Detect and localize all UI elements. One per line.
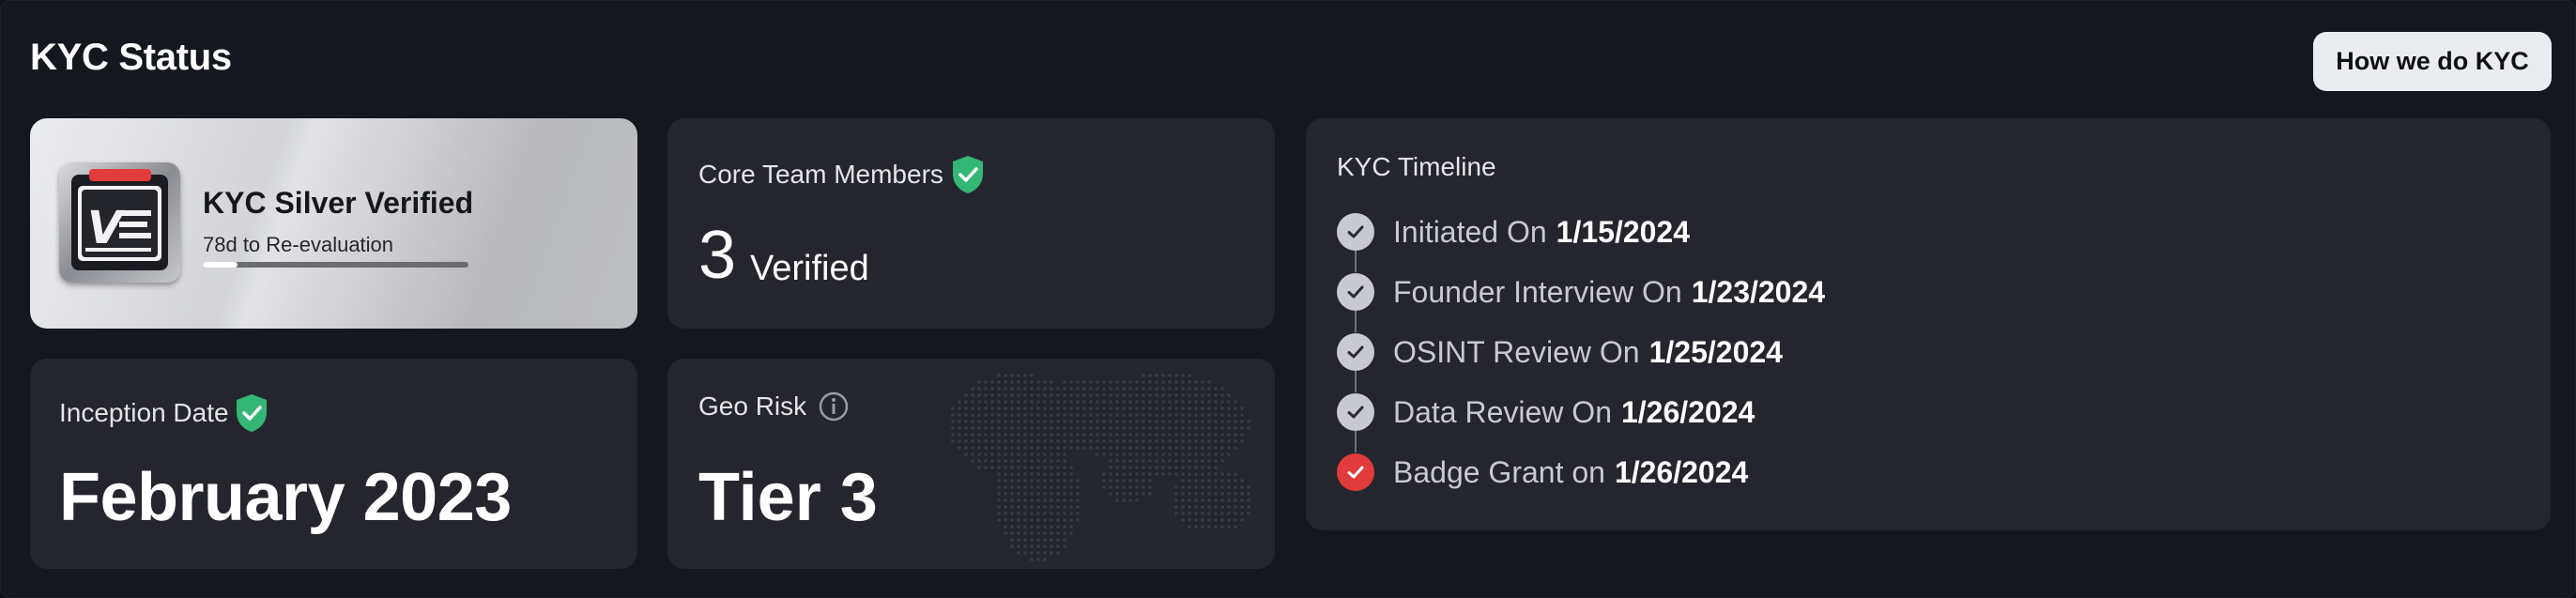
world-map-dots (951, 374, 1250, 561)
timeline-connector (1355, 310, 1357, 332)
timeline-item: OSINT Review On 1/25/2024 (1337, 332, 1783, 372)
geo-risk-label-row: Geo Risk (698, 391, 850, 422)
info-circle-icon[interactable] (818, 391, 850, 422)
timeline-item: Founder Interview On 1/23/2024 (1337, 272, 1825, 312)
timeline-item-label: Initiated On (1393, 214, 1547, 249)
svg-text:V: V (87, 202, 126, 254)
inception-date-card: Inception Date February 2023 (30, 359, 637, 569)
shield-check-icon (233, 392, 270, 434)
timeline-item: Data Review On 1/26/2024 (1337, 392, 1755, 432)
check-circle-icon (1337, 393, 1374, 431)
reevaluation-progress-bar (203, 262, 468, 268)
check-circle-icon (1337, 333, 1374, 371)
timeline-item: Badge Grant on 1/26/2024 (1337, 452, 1748, 492)
how-we-do-kyc-button[interactable]: How we do KYC (2313, 32, 2552, 91)
core-team-status: Verified (750, 249, 869, 288)
reevaluation-progress-fill (203, 262, 238, 268)
inception-label-row: Inception Date (59, 392, 270, 434)
timeline-item-label: Badge Grant on (1393, 454, 1605, 489)
timeline-item-date: 1/26/2024 (1620, 394, 1756, 429)
geo-risk-card: Geo Risk Tier 3 (667, 359, 1275, 569)
timeline-item-date: 1/26/2024 (1614, 454, 1749, 489)
kyc-timeline-card: KYC Timeline Initiated On 1/15/2024 Founde… (1306, 118, 2551, 530)
timeline-item-date: 1/15/2024 (1556, 214, 1691, 249)
geo-risk-value: Tier 3 (698, 460, 878, 535)
kyc-badge-card: V KYC Silver Verified 78d to Re-evaluati… (30, 118, 637, 329)
timeline-title: KYC Timeline (1337, 152, 1496, 181)
timeline-connector (1355, 430, 1357, 452)
timeline-item-label: OSINT Review On (1393, 334, 1640, 369)
shield-check-icon (949, 154, 987, 195)
reevaluation-text: 78d to Re-evaluation (203, 233, 394, 256)
core-team-label: Core Team Members (698, 160, 943, 189)
core-team-count: 3 (698, 218, 737, 293)
timeline-connector (1355, 250, 1357, 272)
timeline-connector (1355, 370, 1357, 392)
page-title: KYC Status (30, 37, 232, 78)
check-circle-icon (1337, 273, 1374, 311)
kyc-status-panel: KYC Status How we do KYC V KYC Silver Ve… (0, 0, 2576, 598)
inception-date-value: February 2023 (59, 460, 512, 535)
timeline-item-date: 1/23/2024 (1691, 274, 1826, 309)
inception-label: Inception Date (59, 398, 229, 427)
kyc-badge-icon: V (59, 162, 180, 283)
timeline-item: Initiated On 1/15/2024 (1337, 212, 1690, 252)
core-team-card: Core Team Members 3 Verified (667, 118, 1275, 329)
check-circle-red-icon (1337, 453, 1374, 491)
timeline-item-label: Data Review On (1393, 394, 1612, 429)
timeline-item-date: 1/25/2024 (1648, 334, 1783, 369)
badge-name: KYC Silver Verified (203, 186, 474, 220)
geo-risk-label: Geo Risk (698, 391, 807, 421)
check-circle-icon (1337, 213, 1374, 251)
core-team-label-row: Core Team Members (698, 154, 987, 195)
timeline-item-label: Founder Interview On (1393, 274, 1682, 309)
